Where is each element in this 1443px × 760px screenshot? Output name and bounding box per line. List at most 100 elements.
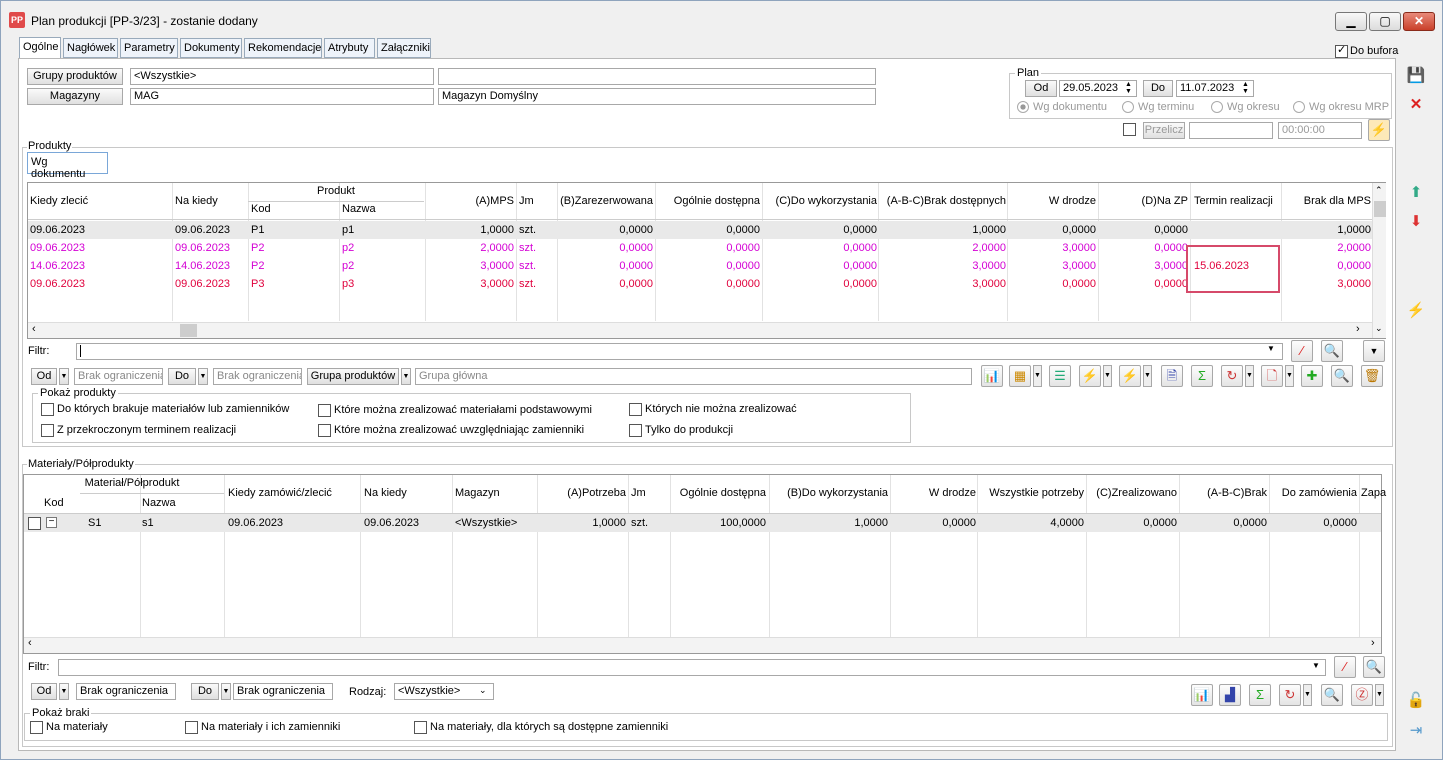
- plan-od-button[interactable]: Od: [1025, 80, 1057, 97]
- pokaz-checkbox-5[interactable]: [629, 424, 642, 437]
- radio-circle[interactable]: [1122, 101, 1134, 113]
- od-arrow-icon[interactable]: ▼: [59, 368, 69, 385]
- close-window-button[interactable]: ✕: [1403, 12, 1435, 31]
- pokaz-checkbox-2[interactable]: [318, 404, 331, 417]
- materialy-do-button[interactable]: Do: [191, 683, 219, 700]
- chart-icon[interactable]: 📊: [981, 365, 1003, 387]
- produkty-filtr-input[interactable]: [76, 343, 1283, 360]
- maximize-button[interactable]: ▢: [1369, 12, 1401, 31]
- tab-załączniki[interactable]: Załączniki: [377, 38, 431, 58]
- collapse-icon[interactable]: −: [46, 517, 57, 528]
- grid-view-icon[interactable]: ▦: [1009, 365, 1031, 387]
- plan-do-button[interactable]: Do: [1143, 80, 1173, 97]
- mod-arrow-icon[interactable]: ▼: [59, 683, 69, 700]
- pokaz-checkbox-0[interactable]: [41, 403, 54, 416]
- radio-circle[interactable]: [1293, 101, 1305, 113]
- grid-view-dropdown-icon[interactable]: ▼: [1033, 365, 1042, 387]
- braki-checkbox-2[interactable]: [414, 721, 427, 734]
- table-row[interactable]: − S1 s1 09.06.2023 09.06.2023 <Wszystkie> 1,00…: [24, 514, 1381, 532]
- tab-wg-dokumentu[interactable]: Wg dokumentu: [27, 152, 108, 180]
- scroll-right-icon[interactable]: ›: [1356, 323, 1360, 335]
- refresh-icon[interactable]: ↻: [1221, 365, 1243, 387]
- table-row[interactable]: 14.06.2023 14.06.2023 P2 p2 3,0000 szt. 0,0000…: [28, 257, 1372, 275]
- table-row[interactable]: 09.06.2023 09.06.2023 P1 p1 1,0000 szt. 0,0000…: [28, 221, 1372, 239]
- radio-circle[interactable]: [1211, 101, 1223, 113]
- grupy-produktow-field[interactable]: <Wszystkie>: [130, 68, 434, 85]
- tab-atrybuty[interactable]: Atrybuty: [324, 38, 375, 58]
- produkty-od-field[interactable]: Brak ograniczenia: [74, 368, 163, 385]
- sum-icon[interactable]: Σ: [1249, 684, 1271, 706]
- refresh-dropdown-icon[interactable]: ▼: [1303, 684, 1312, 706]
- grupa-produktow-button[interactable]: Grupa produktów: [307, 368, 399, 385]
- scroll-up-icon[interactable]: ⌃: [1375, 185, 1383, 196]
- scroll-thumb-h[interactable]: [180, 324, 197, 337]
- mdo-arrow-icon[interactable]: ▼: [221, 683, 231, 700]
- materialy-od-button[interactable]: Od: [31, 683, 57, 700]
- table-icon[interactable]: ☰: [1049, 365, 1071, 387]
- od-spinner-icon[interactable]: ▲ ▼: [1125, 81, 1132, 95]
- lock-icon[interactable]: 🔓: [1406, 691, 1426, 711]
- radio-circle[interactable]: [1017, 101, 1029, 113]
- generate-icon[interactable]: ⚡: [1079, 365, 1101, 387]
- filtr-expand-icon[interactable]: ▼: [1363, 340, 1385, 362]
- przelicz-date-field[interactable]: [1189, 122, 1273, 139]
- produkty-do-field[interactable]: Brak ograniczenia: [213, 368, 302, 385]
- przelicz-run-icon[interactable]: ⚡: [1368, 119, 1390, 141]
- filtr-clear-icon[interactable]: ⁄: [1291, 340, 1313, 362]
- grupy-produktow-button[interactable]: Grupy produktów: [27, 68, 123, 85]
- export-down-icon[interactable]: ⬇: [1406, 212, 1426, 232]
- tab-rekomendacje[interactable]: Rekomendacje: [244, 38, 322, 58]
- generate-green-dropdown-icon[interactable]: ▼: [1143, 365, 1152, 387]
- magazyny-button[interactable]: Magazyny: [27, 88, 123, 105]
- sum-icon[interactable]: Σ: [1191, 365, 1213, 387]
- braki-checkbox-0[interactable]: [30, 721, 43, 734]
- table-row[interactable]: 09.06.2023 09.06.2023 P3 p3 3,0000 szt. 0,0000…: [28, 275, 1372, 293]
- tab-ogólne[interactable]: Ogólne: [19, 37, 61, 59]
- pokaz-checkbox-1[interactable]: [41, 424, 54, 437]
- scroll-thumb-v[interactable]: [1374, 201, 1386, 217]
- pokaz-checkbox-4[interactable]: [629, 403, 642, 416]
- scroll-left-icon[interactable]: ‹: [28, 637, 32, 649]
- przelicz-button[interactable]: Przelicz: [1143, 122, 1185, 139]
- filtr-dropdown-icon[interactable]: ▼: [1267, 344, 1275, 353]
- mfiltr-search-icon[interactable]: 🔍: [1363, 656, 1385, 678]
- export-up-icon[interactable]: ⬆: [1406, 183, 1426, 203]
- do-bufora-checkbox[interactable]: ✓: [1335, 44, 1348, 58]
- search-icon[interactable]: 🔍: [1331, 365, 1353, 387]
- do-spinner-icon[interactable]: ▲ ▼: [1242, 81, 1249, 95]
- braki-checkbox-1[interactable]: [185, 721, 198, 734]
- refresh-icon[interactable]: ↻: [1279, 684, 1301, 706]
- scroll-right-icon[interactable]: ›: [1371, 637, 1375, 649]
- magazyny-field[interactable]: MAG: [130, 88, 434, 105]
- mfiltr-clear-icon[interactable]: ⁄: [1334, 656, 1356, 678]
- save-icon[interactable]: 💾: [1406, 66, 1426, 86]
- report-icon[interactable]: 🗋: [1261, 365, 1283, 387]
- lightning-icon[interactable]: ⚡: [1406, 301, 1426, 321]
- sort-icon[interactable]: Ⓩ: [1351, 684, 1373, 706]
- report-dropdown-icon[interactable]: ▼: [1285, 365, 1294, 387]
- produkty-od-button[interactable]: Od: [31, 368, 57, 385]
- scroll-left-icon[interactable]: ‹: [32, 323, 36, 335]
- search-icon[interactable]: 🔍: [1321, 684, 1343, 706]
- generate-green-icon[interactable]: ⚡: [1119, 365, 1141, 387]
- produkty-do-button[interactable]: Do: [168, 368, 196, 385]
- do-arrow-icon[interactable]: ▼: [198, 368, 208, 385]
- table-row[interactable]: 09.06.2023 09.06.2023 P2 p2 2,0000 szt. 0,0000…: [28, 239, 1372, 257]
- delete-icon[interactable]: 🗑: [1361, 365, 1383, 387]
- grupa-arrow-icon[interactable]: ▼: [401, 368, 411, 385]
- document-icon[interactable]: 🗎: [1161, 365, 1183, 387]
- scroll-down-icon[interactable]: ⌄: [1375, 323, 1383, 334]
- materialy-filtr-input[interactable]: [58, 659, 1326, 676]
- filtr-search-icon[interactable]: 🔍: [1321, 340, 1343, 362]
- row-checkbox[interactable]: [28, 517, 41, 530]
- pin-icon[interactable]: ⇥: [1406, 721, 1426, 741]
- grupa-glowna-field[interactable]: Grupa główna: [415, 368, 972, 385]
- materialy-od-field[interactable]: Brak ograniczenia: [76, 683, 176, 700]
- horizontal-scrollbar[interactable]: [24, 637, 1381, 653]
- refresh-dropdown-icon[interactable]: ▼: [1245, 365, 1254, 387]
- chart-icon[interactable]: 📊: [1191, 684, 1213, 706]
- minimize-button[interactable]: ▁: [1335, 12, 1367, 31]
- materialy-do-field[interactable]: Brak ograniczenia: [233, 683, 333, 700]
- przelicz-checkbox[interactable]: [1123, 123, 1136, 136]
- cancel-icon[interactable]: ✕: [1406, 95, 1426, 115]
